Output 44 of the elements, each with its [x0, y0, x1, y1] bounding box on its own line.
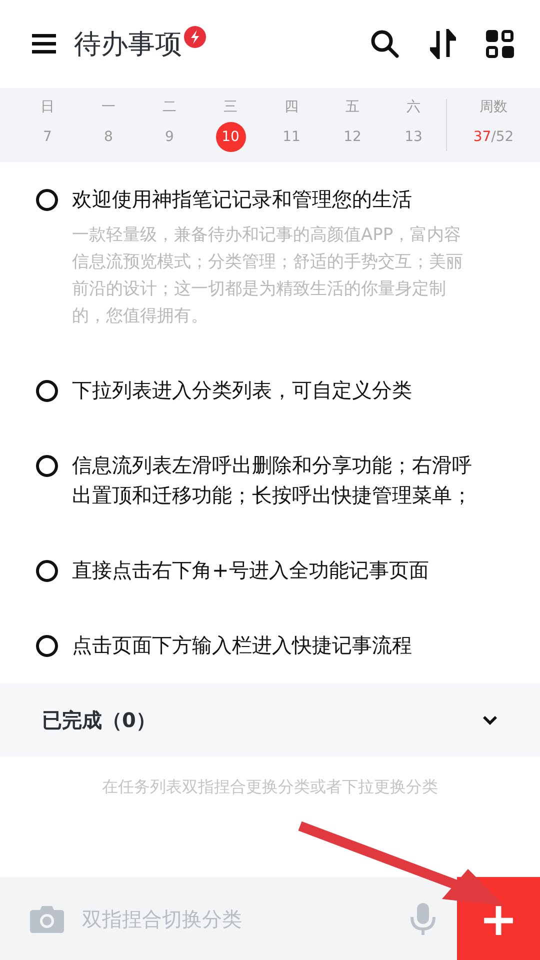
task-title: 信息流列表左滑呼出删除和分享功能；右滑呼出置顶和迁移功能；长按呼出快捷管理菜单；	[72, 452, 472, 509]
weekday-label: 三	[224, 98, 238, 116]
lightning-badge-icon	[184, 26, 206, 48]
task-note: 一款轻量级，兼备待办和记事的高颜值APP，富内容信息流预览模式；分类管理；舒适的手势交互；美丽前沿的设计；这一切都是为精致生活的你量身定制的，您值得拥有。	[72, 224, 464, 328]
weekday-label: 五	[346, 98, 360, 116]
microphone-icon	[409, 902, 437, 934]
current-week: 37	[473, 129, 492, 145]
completed-section[interactable]: 已完成（0）	[0, 683, 540, 757]
quick-note-input[interactable]: 双指捏合切换分类	[80, 906, 409, 932]
task-checkbox[interactable]	[36, 635, 58, 657]
week-label: 周数	[480, 98, 508, 116]
completed-label: 已完成（0）	[42, 706, 156, 734]
menu-button[interactable]	[32, 33, 56, 55]
date-button[interactable]: 11	[276, 122, 306, 152]
task-checkbox[interactable]	[36, 380, 58, 402]
date-button[interactable]: 9	[154, 122, 184, 152]
date-button[interactable]: 8	[94, 122, 124, 152]
weekday-label: 日	[40, 98, 54, 116]
camera-icon	[30, 904, 64, 932]
weekday-label: 一	[102, 98, 116, 116]
search-icon	[370, 29, 400, 59]
task-title: 欢迎使用神指笔记记录和管理您的生活	[72, 186, 413, 213]
search-button[interactable]	[370, 29, 400, 59]
weekday-label: 二	[162, 98, 176, 116]
menu-icon	[32, 33, 56, 55]
task-checkbox[interactable]	[36, 560, 58, 582]
task-checkbox[interactable]	[36, 455, 58, 477]
grid-view-button[interactable]	[486, 30, 514, 58]
grid-icon	[486, 30, 514, 58]
date-button[interactable]: 7	[32, 122, 62, 152]
date-button[interactable]: 10	[216, 122, 246, 152]
date-button[interactable]: 12	[338, 122, 368, 152]
task-title: 下拉列表进入分类列表，可自定义分类	[72, 377, 413, 404]
weekday-label: 四	[284, 98, 298, 116]
task-title: 直接点击右下角+号进入全功能记事页面	[72, 557, 430, 584]
date-button[interactable]: 13	[398, 122, 428, 152]
sort-icon	[430, 29, 456, 59]
total-weeks: /52	[491, 129, 514, 145]
task-checkbox[interactable]	[36, 189, 58, 211]
page-title: 待办事项	[74, 28, 182, 62]
hint-text: 在任务列表双指捏合更换分类或者下拉更换分类	[101, 777, 439, 798]
task-title: 点击页面下方输入栏进入快捷记事流程	[72, 632, 413, 659]
weekday-label: 六	[406, 98, 420, 116]
sort-button[interactable]	[430, 29, 456, 59]
